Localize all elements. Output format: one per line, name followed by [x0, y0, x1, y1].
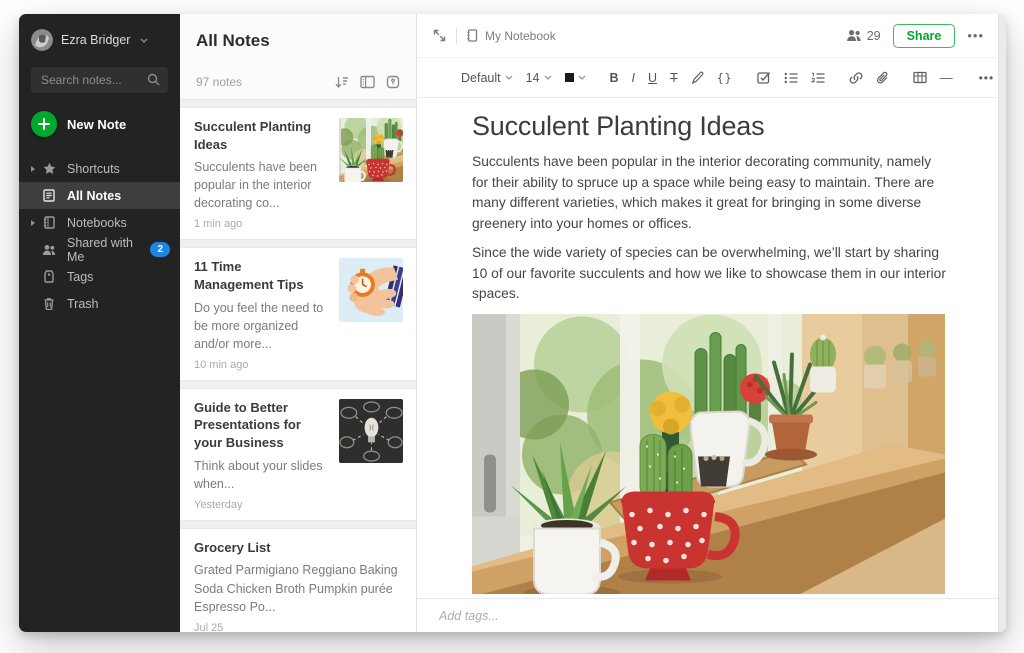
sidebar-nav: Shortcuts All Notes Notebooks Shared wit… — [19, 155, 180, 317]
more-options-icon[interactable]: ••• — [967, 28, 984, 43]
note-list-item[interactable]: Succulent Planting Ideas Succulents have… — [180, 107, 416, 241]
text-color-select[interactable] — [564, 73, 586, 82]
note-thumbnail-succulents — [339, 118, 403, 182]
collaborators-count: 29 — [866, 28, 881, 43]
note-time: Jul 25 — [194, 621, 224, 632]
editor-header: My Notebook 29 Share ••• — [417, 14, 1006, 58]
code-block-button[interactable]: {} — [717, 71, 733, 85]
note-content[interactable]: Succulent Planting Ideas Succulents have… — [417, 98, 1006, 598]
note-paragraph: Since the wide variety of species can be… — [472, 245, 946, 301]
plus-icon — [31, 111, 57, 137]
note-list-item[interactable]: Guide to Better Presentations for your B… — [180, 387, 416, 521]
note-snippet: Do you feel the need to be more organize… — [194, 300, 324, 351]
search-icon — [147, 73, 160, 86]
notes-list-title: All Notes — [196, 31, 270, 50]
new-note-button[interactable]: New Note — [31, 111, 168, 137]
tag-icon — [41, 270, 57, 283]
note-title: 11 Time Management Tips — [194, 259, 304, 293]
font-size-select[interactable]: 14 — [526, 71, 552, 85]
notes-list-header: All Notes 97 notes — [180, 14, 416, 100]
collaborators[interactable]: 29 — [846, 29, 881, 43]
insert-table-button[interactable] — [912, 71, 927, 84]
toolbar-more-icon[interactable]: ••• — [979, 71, 995, 85]
caret-right-icon[interactable] — [25, 219, 41, 226]
note-time: 10 min ago — [194, 358, 249, 371]
note-editor-panel: My Notebook 29 Share ••• Default 14 B I … — [417, 14, 1006, 632]
note-icon — [41, 189, 57, 202]
note-snippet: Think about your slides when... — [194, 458, 323, 491]
sidebar: Ezra Bridger New Note Shortcuts — [19, 14, 180, 632]
tag-bar — [417, 598, 1006, 632]
sidebar-item-shared-with-me[interactable]: Shared with Me 2 — [19, 236, 180, 264]
bulleted-list-button[interactable] — [784, 72, 798, 84]
filter-tag-icon[interactable] — [386, 75, 400, 89]
shared-count-badge: 2 — [150, 242, 170, 257]
note-snippet: Succulents have been popular in the inte… — [194, 160, 318, 211]
note-time: 1 min ago — [194, 218, 243, 231]
note-image-succulents[interactable] — [472, 314, 945, 594]
note-thumbnail-stopwatch — [339, 258, 403, 323]
chevron-down-icon — [578, 75, 585, 80]
search-box — [31, 67, 168, 93]
user-name: Ezra Bridger — [61, 33, 131, 47]
notebook-icon — [41, 216, 57, 229]
notebook-icon — [467, 29, 478, 42]
note-title: Succulent Planting Ideas — [194, 119, 312, 152]
sidebar-item-all-notes[interactable]: All Notes — [19, 182, 180, 209]
notebook-breadcrumb[interactable]: My Notebook — [485, 29, 556, 43]
link-button[interactable] — [849, 71, 863, 85]
caret-right-icon[interactable] — [25, 165, 41, 172]
formatting-toolbar: Default 14 B I U T {} — ••• — [417, 58, 1006, 98]
chevron-down-icon — [140, 38, 148, 43]
note-editor-title[interactable]: Succulent Planting Ideas — [472, 111, 966, 142]
note-time: Yesterday — [194, 498, 243, 511]
numbered-list-button[interactable] — [810, 72, 825, 84]
sidebar-item-trash[interactable]: Trash — [19, 290, 180, 317]
trash-icon — [41, 297, 57, 310]
people-icon — [41, 244, 57, 256]
divider — [456, 27, 457, 44]
notes-count: 97 notes — [196, 75, 243, 89]
color-swatch — [564, 73, 574, 82]
notes-scroll-area[interactable]: Succulent Planting Ideas Succulents have… — [180, 100, 416, 632]
underline-button[interactable]: U — [648, 71, 657, 85]
add-tags-input[interactable] — [439, 608, 679, 623]
note-list-item[interactable]: 11 Time Management Tips Do you feel the … — [180, 247, 416, 381]
account-menu[interactable]: Ezra Bridger — [19, 14, 180, 59]
checklist-button[interactable] — [756, 71, 771, 84]
note-paragraph: Succulents have been popular in the inte… — [472, 154, 935, 231]
new-note-label: New Note — [67, 116, 127, 132]
sidebar-item-shortcuts[interactable]: Shortcuts — [19, 155, 180, 182]
note-title: Grocery List — [194, 539, 271, 555]
chevron-down-icon — [544, 75, 551, 80]
bold-button[interactable]: B — [610, 71, 619, 85]
sort-icon[interactable] — [334, 75, 349, 89]
strikethrough-button[interactable]: T — [670, 71, 678, 85]
paragraph-style-select[interactable]: Default — [461, 71, 513, 85]
note-snippet: Grated Parmigiano Reggiano Baking Soda C… — [194, 563, 398, 614]
note-list-item[interactable]: Grocery List Grated Parmigiano Reggiano … — [180, 527, 416, 632]
share-button[interactable]: Share — [892, 23, 956, 48]
app-window: Ezra Bridger New Note Shortcuts — [19, 14, 1006, 632]
note-title: Guide to Better Presentations for your B… — [194, 399, 301, 451]
notes-list-panel: All Notes 97 notes Succulent Planting Id… — [180, 14, 417, 632]
star-icon — [41, 162, 57, 175]
attachment-button[interactable] — [876, 71, 889, 85]
desktop-background: Ezra Bridger New Note Shortcuts — [0, 0, 1024, 653]
note-thumbnail-lightbulb — [339, 398, 403, 463]
avatar — [31, 29, 53, 51]
sidebar-item-notebooks[interactable]: Notebooks — [19, 209, 180, 236]
highlight-button[interactable] — [691, 71, 704, 84]
sidebar-item-tags[interactable]: Tags — [19, 263, 180, 290]
view-options-icon[interactable] — [360, 75, 375, 89]
insert-divider-button[interactable]: — — [940, 70, 953, 85]
expand-note-icon[interactable] — [433, 29, 446, 42]
italic-button[interactable]: I — [632, 71, 635, 85]
chevron-down-icon — [505, 75, 513, 80]
